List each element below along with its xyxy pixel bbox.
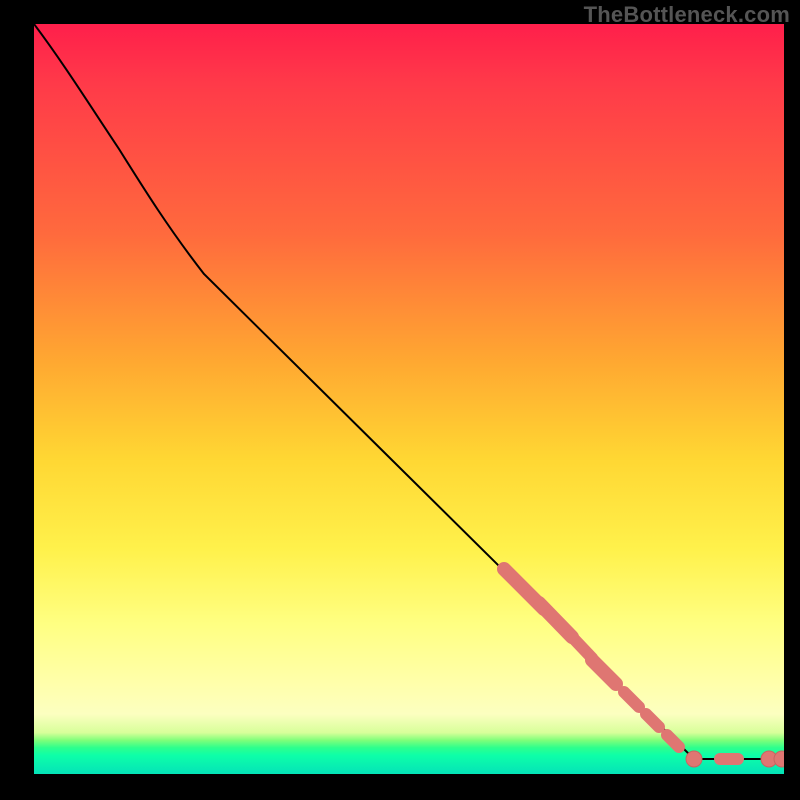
bottleneck-curve <box>34 24 784 759</box>
plot-area <box>34 24 784 774</box>
chart-overlay <box>34 24 784 774</box>
marker-cluster-tail <box>686 751 784 767</box>
chart-frame: TheBottleneck.com <box>0 0 800 800</box>
marker-cluster-diagonal <box>504 569 679 747</box>
